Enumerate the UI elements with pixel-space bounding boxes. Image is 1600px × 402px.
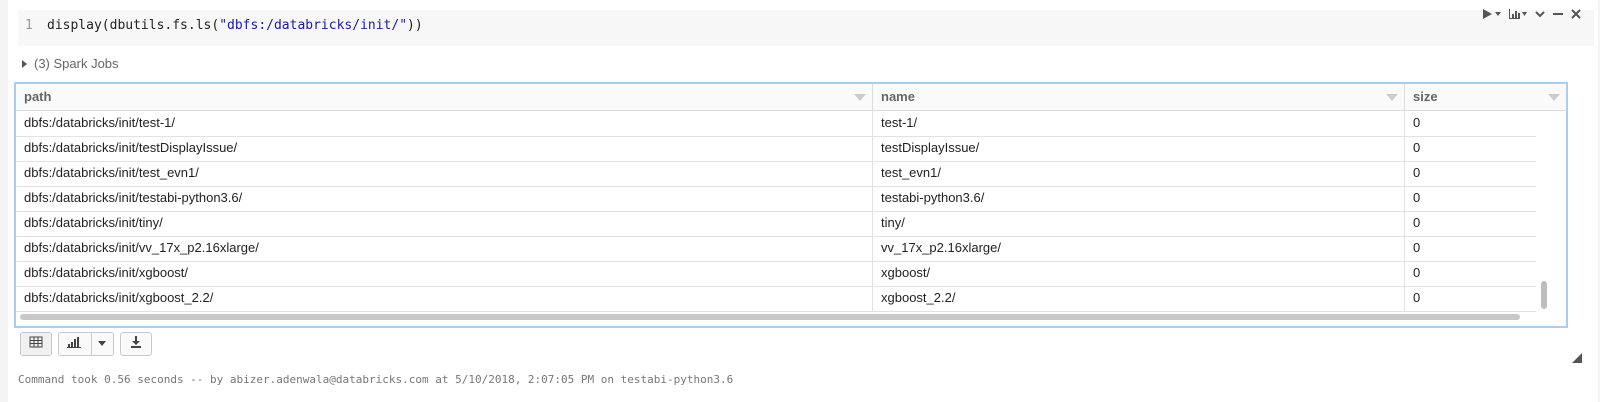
column-header-label: name [881,89,915,104]
table-row: dbfs:/databricks/init/xgboost/ xgboost/ … [16,261,1536,287]
sort-icon[interactable] [1548,94,1560,101]
cell-controls [1482,8,1582,23]
cell-name: test-1/ [873,111,1405,136]
cell-size: 0 [1413,265,1421,280]
plot-view-button[interactable] [58,332,114,356]
command-status: Command took 0.56 seconds -- by abizer.a… [18,373,734,386]
close-icon[interactable] [1570,8,1582,23]
code-line[interactable]: display(dbutils.fs.ls("dbfs:/databricks/… [47,18,423,33]
cell-size: 0 [1413,215,1421,230]
table-row: dbfs:/databricks/init/tiny/ tiny/ 0 [16,211,1536,237]
line-number: 1 [25,18,33,33]
table-row: dbfs:/databricks/init/testabi-python3.6/… [16,186,1536,212]
spark-jobs-toggle[interactable]: (3) Spark Jobs [22,56,119,71]
cell-path: dbfs:/databricks/init/xgboost_2.2/ [16,286,873,311]
cell-path: dbfs:/databricks/init/test_evn1/ [16,161,873,186]
caret-right-icon [22,59,27,68]
bar-chart-icon[interactable] [1508,8,1528,23]
table-header: path name size [16,84,1566,111]
cell-size: 0 [1413,140,1421,155]
table-icon [29,335,43,353]
code-call-close: )) [407,18,423,33]
chevron-down-icon[interactable] [1534,8,1546,23]
cell-name: xgboost/ [873,261,1405,286]
column-header-size[interactable]: size [1405,84,1566,110]
bar-chart-icon [66,335,81,353]
code-string-literal: "dbfs:/databricks/init/" [219,18,408,33]
cell-path: dbfs:/databricks/init/testDisplayIssue/ [16,136,873,161]
column-header-name[interactable]: name [873,84,1405,110]
cell-path: dbfs:/databricks/init/testabi-python3.6/ [16,186,873,211]
download-icon [130,335,142,353]
resize-handle-icon[interactable] [1572,350,1582,363]
cell-name: vv_17x_p2.16xlarge/ [873,236,1405,261]
sort-icon[interactable] [854,94,866,101]
spark-jobs-label: (3) Spark Jobs [34,56,119,71]
cell-size: 0 [1413,165,1421,180]
vertical-scrollbar[interactable] [1540,111,1548,316]
horizontal-scrollbar[interactable] [20,314,1520,320]
download-button[interactable] [120,332,152,356]
table-row: dbfs:/databricks/init/vv_17x_p2.16xlarge… [16,236,1536,262]
results-toolbar [20,332,152,356]
table-row: dbfs:/databricks/init/test-1/ test-1/ 0 [16,111,1536,137]
table-view-button[interactable] [20,332,52,356]
run-icon[interactable] [1482,8,1502,23]
column-header-path[interactable]: path [16,84,873,110]
column-header-label: path [24,89,52,104]
cell-size: 0 [1413,115,1421,130]
cell-size: 0 [1413,240,1421,255]
caret-down-icon[interactable] [90,332,106,356]
notebook-cell: 1 display(dbutils.fs.ls("dbfs:/databrick… [8,0,1598,402]
table-row: dbfs:/databricks/init/testDisplayIssue/ … [16,136,1536,162]
cell-name: testDisplayIssue/ [873,136,1405,161]
column-header-label: size [1413,89,1438,104]
cell-path: dbfs:/databricks/init/test-1/ [16,111,873,136]
cell-name: test_evn1/ [873,161,1405,186]
sort-icon[interactable] [1386,94,1398,101]
table-row: dbfs:/databricks/init/xgboost_2.2/ xgboo… [16,286,1536,312]
cell-path: dbfs:/databricks/init/vv_17x_p2.16xlarge… [16,236,873,261]
cell-path: dbfs:/databricks/init/xgboost/ [16,261,873,286]
cell-size: 0 [1413,290,1421,305]
code-call: display(dbutils.fs.ls( [47,18,220,33]
vertical-scrollbar-thumb[interactable] [1541,281,1547,309]
cell-size: 0 [1413,190,1421,205]
cell-name: testabi-python3.6/ [873,186,1405,211]
cell-name: xgboost_2.2/ [873,286,1405,311]
table-row: dbfs:/databricks/init/test_evn1/ test_ev… [16,161,1536,187]
cell-path: dbfs:/databricks/init/tiny/ [16,211,873,236]
results-table[interactable]: path name size dbfs:/databricks/init/tes… [14,82,1568,328]
cell-name: tiny/ [873,211,1405,236]
minimize-icon[interactable] [1552,8,1564,23]
